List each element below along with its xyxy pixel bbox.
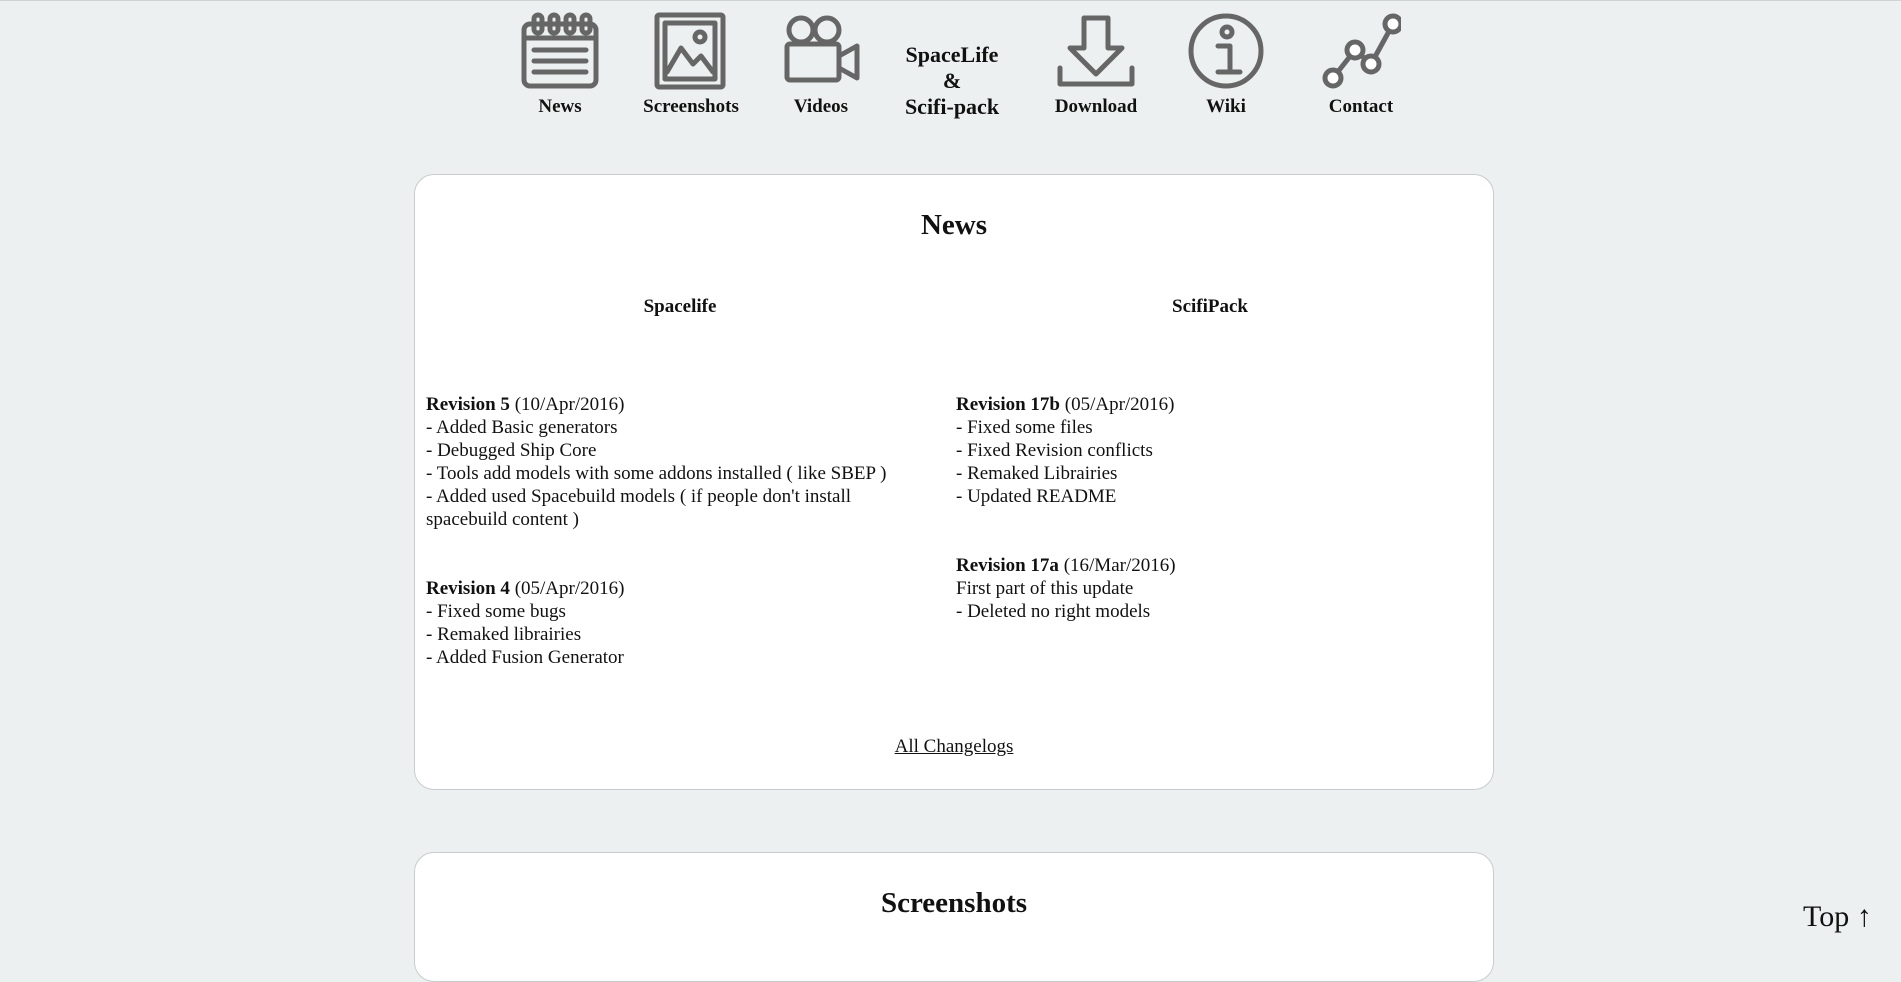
screenshots-card: Screenshots xyxy=(414,852,1494,982)
info-icon xyxy=(1188,13,1264,89)
changelog-line: - Remaked librairies xyxy=(426,624,582,645)
nav-contact[interactable]: Contact xyxy=(1301,12,1421,118)
back-to-top-link[interactable]: Top ↑ xyxy=(1803,900,1872,934)
spacelife-heading: Spacelife xyxy=(643,296,717,317)
changelog-line: First part of this update xyxy=(956,578,1134,599)
nav-download[interactable]: Download xyxy=(1031,12,1161,118)
scifipack-heading: ScifiPack xyxy=(1172,296,1248,317)
nav-screenshots[interactable]: Screenshots xyxy=(626,12,756,118)
top-navigation: News Screenshots Videos SpaceLife & Scif… xyxy=(500,12,1420,122)
brand-line-ampersand: & xyxy=(942,68,962,93)
revision-name: Revision 4 xyxy=(426,578,510,599)
revision-heading: Revision 4 (05/Apr/2016) xyxy=(426,577,926,600)
changelog-line: - Remaked Librairies xyxy=(956,463,1118,484)
revision-name: Revision 5 xyxy=(426,394,510,415)
changelog-line: - Fixed some files xyxy=(956,417,1093,438)
nav-news[interactable]: News xyxy=(500,12,620,118)
nav-news-label: News xyxy=(538,96,582,117)
nav-screenshots-label: Screenshots xyxy=(643,96,739,117)
video-camera-icon xyxy=(784,15,860,83)
nav-contact-label: Contact xyxy=(1328,96,1394,117)
changelog-line: - Added Basic generators xyxy=(426,417,618,438)
calendar-icon xyxy=(521,12,599,89)
changelog-line: - Deleted no right models xyxy=(956,601,1151,622)
site-brand[interactable]: SpaceLife & Scifi-pack xyxy=(887,42,1017,120)
download-icon xyxy=(1057,15,1135,87)
top-border xyxy=(0,0,1901,1)
spacelife-revision-4: Revision 4 (05/Apr/2016) - Fixed some bu… xyxy=(426,577,926,669)
nav-wiki-label: Wiki xyxy=(1206,96,1246,117)
picture-icon xyxy=(654,12,726,90)
brand-line-scifipack: Scifi-pack xyxy=(904,94,1000,119)
revision-name: Revision 17a xyxy=(956,555,1059,576)
revision-date: (05/Apr/2016) xyxy=(514,578,625,599)
changelog-line: - Tools add models with some addons inst… xyxy=(426,463,887,484)
nav-videos[interactable]: Videos xyxy=(761,12,881,118)
nav-download-label: Download xyxy=(1054,96,1138,117)
changelog-line: - Debugged Ship Core xyxy=(426,440,597,461)
revision-date: (16/Mar/2016) xyxy=(1063,555,1176,576)
changelog-line: - Added used Spacebuild models ( if peop… xyxy=(426,486,852,530)
revision-heading: Revision 5 (10/Apr/2016) xyxy=(426,393,926,416)
nav-wiki[interactable]: Wiki xyxy=(1166,12,1286,118)
news-title: News xyxy=(920,209,988,241)
all-changelogs-link[interactable]: All Changelogs xyxy=(415,736,1493,758)
scifipack-revision-17b: Revision 17b (05/Apr/2016) - Fixed some … xyxy=(956,393,1456,508)
nav-videos-label: Videos xyxy=(793,96,849,117)
changelog-line: - Fixed Revision conflicts xyxy=(956,440,1153,461)
brand-line-spacelife: SpaceLife xyxy=(905,42,999,67)
changelog-line: - Updated README xyxy=(956,486,1117,507)
screenshots-title: Screenshots xyxy=(880,887,1028,919)
network-icon xyxy=(1322,13,1401,89)
revision-heading: Revision 17b (05/Apr/2016) xyxy=(956,393,1456,416)
revision-date: (05/Apr/2016) xyxy=(1064,394,1175,415)
changelog-line: - Added Fusion Generator xyxy=(426,647,624,668)
news-card: News Spacelife ScifiPack Revision 5 (10/… xyxy=(414,174,1494,790)
revision-heading: Revision 17a (16/Mar/2016) xyxy=(956,554,1456,577)
spacelife-revision-5: Revision 5 (10/Apr/2016) - Added Basic g… xyxy=(426,393,926,531)
revision-date: (10/Apr/2016) xyxy=(514,394,625,415)
changelog-line: - Fixed some bugs xyxy=(426,601,566,622)
scifipack-revision-17a: Revision 17a (16/Mar/2016) First part of… xyxy=(956,554,1456,623)
revision-name: Revision 17b xyxy=(956,394,1060,415)
